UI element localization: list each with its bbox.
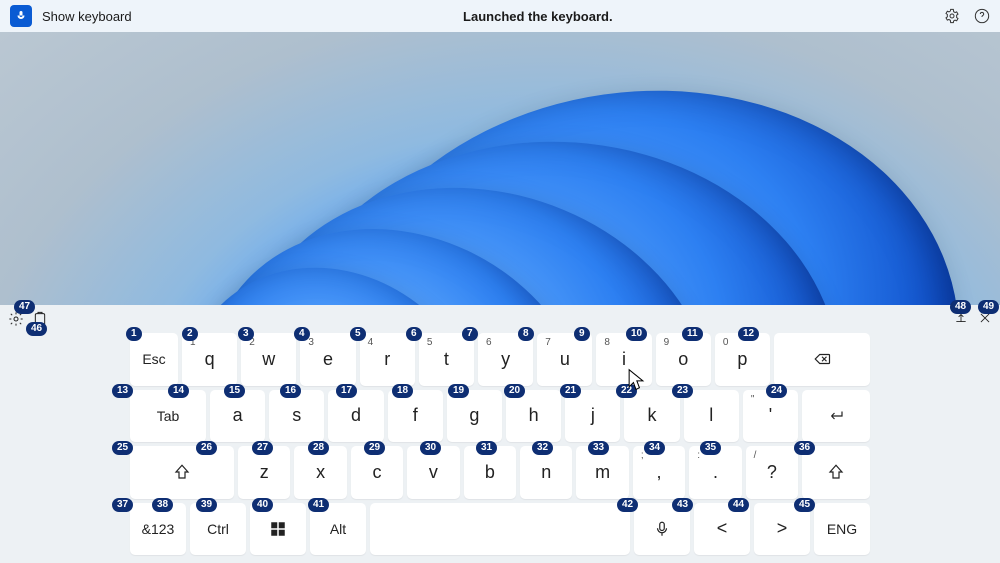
key-comma[interactable]: ;,	[633, 446, 685, 499]
dock-icon[interactable]	[954, 311, 968, 325]
key-row-2: Tab a s d f g h j k l "'	[130, 390, 870, 443]
backspace-icon	[813, 350, 831, 368]
key-symbols[interactable]: &123	[130, 503, 186, 556]
key-tab[interactable]: Tab	[130, 390, 206, 443]
key-z[interactable]: z	[238, 446, 290, 499]
close-icon[interactable]	[978, 311, 992, 325]
shift-icon	[827, 463, 845, 481]
touch-keyboard-panel: Esc 1q 2w 3e 4r 5t 6y 7u 8i 9o 0p Tab a …	[0, 305, 1000, 563]
key-d[interactable]: d	[328, 390, 383, 443]
key-q[interactable]: 1q	[182, 333, 237, 386]
key-windows[interactable]	[250, 503, 306, 556]
key-space[interactable]	[370, 503, 630, 556]
key-language[interactable]: ENG	[814, 503, 870, 556]
key-j[interactable]: j	[565, 390, 620, 443]
key-l[interactable]: l	[684, 390, 739, 443]
key-n[interactable]: n	[520, 446, 572, 499]
key-w[interactable]: 2w	[241, 333, 296, 386]
mic-icon	[653, 520, 671, 538]
keyboard-settings-icon[interactable]	[8, 311, 24, 327]
key-f[interactable]: f	[388, 390, 443, 443]
key-b[interactable]: b	[464, 446, 516, 499]
voice-status-text: Launched the keyboard.	[132, 9, 944, 24]
gear-icon[interactable]	[944, 8, 960, 24]
key-r[interactable]: 4r	[360, 333, 415, 386]
key-row-4: &123 Ctrl Alt < > ENG	[130, 503, 870, 556]
key-h[interactable]: h	[506, 390, 561, 443]
key-enter[interactable]	[802, 390, 870, 443]
key-arrow-left[interactable]: <	[694, 503, 750, 556]
key-y[interactable]: 6y	[478, 333, 533, 386]
key-ctrl[interactable]: Ctrl	[190, 503, 246, 556]
key-x[interactable]: x	[294, 446, 346, 499]
key-m[interactable]: m	[576, 446, 628, 499]
mic-button[interactable]	[10, 5, 32, 27]
key-row-1: Esc 1q 2w 3e 4r 5t 6y 7u 8i 9o 0p	[130, 333, 870, 386]
key-backspace[interactable]	[774, 333, 870, 386]
key-apostrophe[interactable]: "'	[743, 390, 798, 443]
enter-icon	[827, 407, 845, 425]
key-o[interactable]: 9o	[656, 333, 711, 386]
key-p[interactable]: 0p	[715, 333, 770, 386]
key-g[interactable]: g	[447, 390, 502, 443]
key-a[interactable]: a	[210, 390, 265, 443]
key-alt[interactable]: Alt	[310, 503, 366, 556]
key-arrow-right[interactable]: >	[754, 503, 810, 556]
help-icon[interactable]	[974, 8, 990, 24]
key-shift-left[interactable]	[130, 446, 234, 499]
key-i[interactable]: 8i	[596, 333, 651, 386]
shift-icon	[173, 463, 191, 481]
key-question[interactable]: /?	[746, 446, 798, 499]
key-k[interactable]: k	[624, 390, 679, 443]
voice-command-label: Show keyboard	[42, 9, 132, 24]
voice-access-bar: Show keyboard Launched the keyboard.	[0, 0, 1000, 32]
windows-icon	[269, 520, 287, 538]
key-t[interactable]: 5t	[419, 333, 474, 386]
key-row-3: z x c v b n m ;, :. /?	[130, 446, 870, 499]
key-u[interactable]: 7u	[537, 333, 592, 386]
mic-icon	[15, 10, 27, 22]
key-shift-right[interactable]	[802, 446, 870, 499]
key-period[interactable]: :.	[689, 446, 741, 499]
key-s[interactable]: s	[269, 390, 324, 443]
key-esc[interactable]: Esc	[130, 333, 178, 386]
key-e[interactable]: 3e	[300, 333, 355, 386]
key-c[interactable]: c	[351, 446, 403, 499]
keyboard-grid: Esc 1q 2w 3e 4r 5t 6y 7u 8i 9o 0p Tab a …	[130, 333, 870, 555]
clipboard-icon[interactable]	[32, 311, 48, 327]
key-dictation[interactable]	[634, 503, 690, 556]
key-v[interactable]: v	[407, 446, 459, 499]
